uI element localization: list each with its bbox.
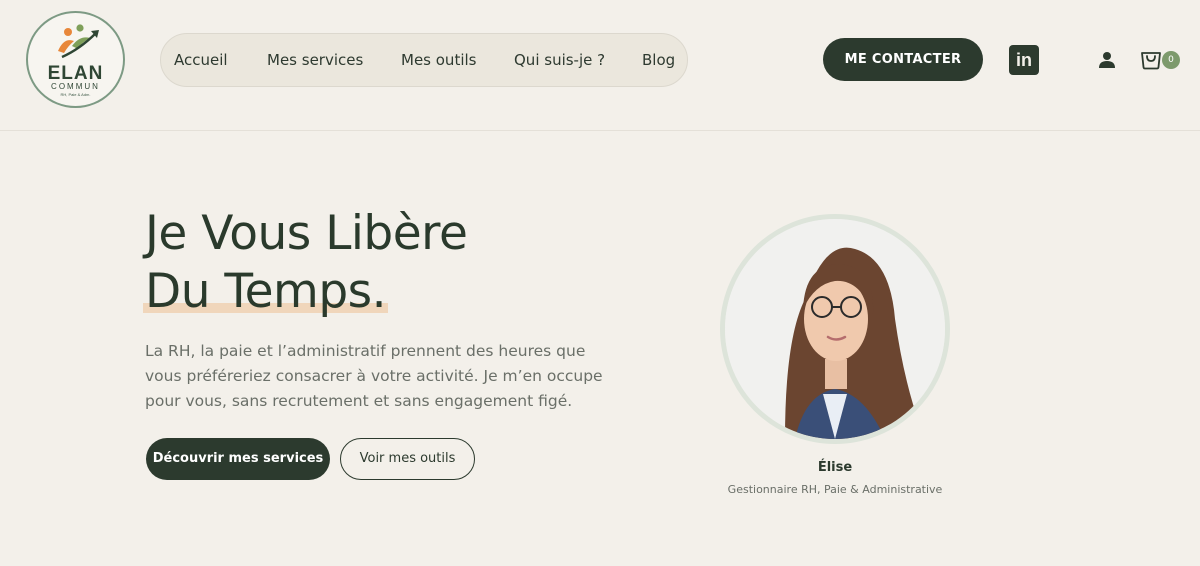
- nav-item-qui-suis-je[interactable]: Qui suis-je ?: [514, 51, 605, 69]
- hero-title-line-1: Je Vous Libère: [145, 206, 468, 261]
- hero-title-highlight: Du Temps.: [143, 263, 389, 321]
- linkedin-icon[interactable]: in: [1009, 45, 1039, 75]
- logo-subtitle: COMMUN: [51, 82, 100, 91]
- nav-item-mes-services[interactable]: Mes services: [267, 51, 363, 69]
- cart-icon[interactable]: [1139, 47, 1163, 71]
- hero-description: La RH, la paie et l’administratif prenne…: [145, 342, 603, 410]
- site-header: ELAN COMMUN RH, Paie & Adm. Accueil Mes …: [0, 0, 1200, 131]
- portrait-illustration: [725, 219, 945, 439]
- user-icon[interactable]: [1097, 50, 1117, 70]
- view-tools-button[interactable]: Voir mes outils: [340, 438, 475, 480]
- hero-title-line-2: Du Temps.: [145, 264, 387, 319]
- discover-services-button[interactable]: Découvrir mes services: [146, 438, 330, 480]
- hero-title: Je Vous Libère Du Temps.: [143, 205, 468, 321]
- logo-wordmark: ELAN: [47, 63, 104, 84]
- cart-count-badge: 0: [1162, 51, 1180, 69]
- contact-button[interactable]: ME CONTACTER: [823, 38, 983, 81]
- hero-title-line-2-wrapper: Du Temps.: [143, 263, 467, 321]
- nav-item-blog[interactable]: Blog: [642, 51, 675, 69]
- nav-item-mes-outils[interactable]: Mes outils: [401, 51, 476, 69]
- profile-role: Gestionnaire RH, Paie & Administrative: [727, 483, 943, 496]
- profile-photo: [720, 214, 950, 444]
- profile-name: Élise: [817, 460, 853, 475]
- nav-item-accueil[interactable]: Accueil: [174, 51, 228, 69]
- main-navigation: Accueil Mes services Mes outils Qui suis…: [160, 33, 688, 87]
- logo-tagline: RH, Paie & Adm.: [60, 92, 91, 97]
- elan-commun-logo[interactable]: ELAN COMMUN RH, Paie & Adm.: [26, 11, 125, 108]
